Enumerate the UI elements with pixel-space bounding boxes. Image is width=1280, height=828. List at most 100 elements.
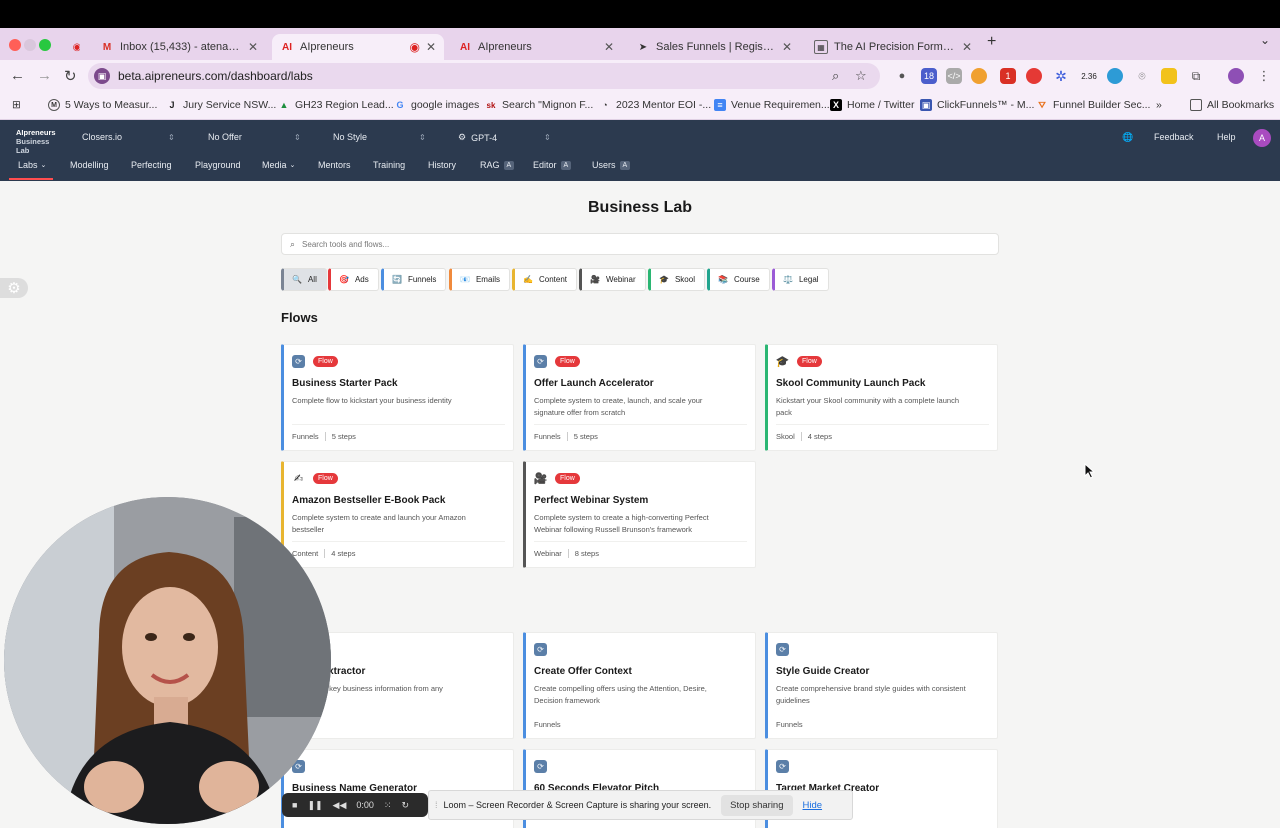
extensions-puzzle-icon[interactable]: ⧉ bbox=[1188, 68, 1204, 84]
menu-editor[interactable]: Editor A bbox=[533, 160, 572, 170]
tab-gmail[interactable]: M Inbox (15,433) - atena@aten ✕ bbox=[92, 34, 266, 60]
filter-course[interactable]: 📚 Course bbox=[707, 268, 770, 291]
filter-webinar[interactable]: 🎥 Webinar bbox=[579, 268, 646, 291]
menu-training[interactable]: Training bbox=[373, 160, 405, 170]
mouse-cursor-icon bbox=[1084, 463, 1096, 479]
bookmark-item[interactable]: ▲ GH23 Region Lead... bbox=[278, 99, 394, 111]
bookmark-item[interactable]: ◔ 2023 Mentor EOI -... bbox=[599, 99, 711, 111]
extension-chrome-icon[interactable] bbox=[1107, 68, 1123, 84]
pause-icon[interactable]: ❚❚ bbox=[307, 800, 322, 811]
flow-card[interactable]: 🎥 Flow Perfect Webinar System Complete s… bbox=[523, 461, 756, 568]
all-bookmarks[interactable]: All Bookmarks bbox=[1190, 99, 1274, 111]
apps-grid-icon[interactable]: ⊞ bbox=[12, 99, 21, 111]
hide-button[interactable]: Hide bbox=[803, 800, 823, 811]
settings-gear-icon[interactable]: ⚙ bbox=[0, 278, 28, 298]
extension-circle-icon[interactable] bbox=[971, 68, 987, 84]
close-tab-icon[interactable]: ✕ bbox=[962, 40, 972, 54]
extension-calendar-icon[interactable]: 1 bbox=[1000, 68, 1016, 84]
filter-emails[interactable]: 📧 Emails bbox=[449, 268, 510, 291]
reload-icon[interactable]: ↻ bbox=[64, 67, 77, 85]
minimize-window-button[interactable] bbox=[24, 39, 36, 51]
restart-icon[interactable]: ↻ bbox=[401, 800, 409, 811]
flow-badge: Flow bbox=[555, 356, 580, 367]
filter-funnels[interactable]: 🔄 Funnels bbox=[381, 268, 447, 291]
project-selector[interactable]: Closers.io ⇕ bbox=[82, 132, 176, 142]
bookmark-item[interactable]: M5 Ways to Measur... bbox=[48, 99, 157, 111]
stop-recording-icon[interactable]: ■ bbox=[292, 800, 297, 810]
extension-counter-icon[interactable]: 2.36 bbox=[1078, 68, 1100, 84]
extension-badge-icon[interactable]: 18 bbox=[921, 68, 937, 84]
close-tab-icon[interactable]: ✕ bbox=[248, 40, 258, 54]
extension-camera-icon[interactable]: ⌾ bbox=[1134, 68, 1150, 84]
menu-media[interactable]: Media ⌄ bbox=[262, 160, 295, 170]
search-input[interactable] bbox=[302, 239, 953, 249]
tab-aipreneurs-active[interactable]: AI AIpreneurs ◉ ✕ bbox=[272, 34, 444, 60]
recording-tab-icon[interactable]: ◉ bbox=[62, 34, 80, 60]
model-selector[interactable]: ⚙ GPT-4 ⇕ bbox=[458, 132, 552, 143]
omnibox[interactable]: ▣ beta.aipreneurs.com/dashboard/labs ⌕ ☆ bbox=[88, 63, 880, 89]
extension-icon[interactable]: ● bbox=[894, 68, 910, 84]
menu-users[interactable]: Users A bbox=[592, 160, 631, 170]
flow-card[interactable]: 🎓 Flow Skool Community Launch Pack Kicks… bbox=[765, 344, 998, 451]
tool-card[interactable]: ⟳ Style Guide Creator Create comprehensi… bbox=[765, 632, 998, 739]
globe-icon[interactable]: 🌐 bbox=[1122, 132, 1133, 143]
menu-labs[interactable]: Labs ⌄ bbox=[18, 160, 46, 170]
tool-card[interactable]: ⟳ Create Offer Context Create compelling… bbox=[523, 632, 756, 739]
extension-star-icon[interactable]: ✲ bbox=[1053, 68, 1069, 84]
flow-card[interactable]: ⟳ Flow Business Starter Pack Complete fl… bbox=[281, 344, 514, 451]
bookmark-item[interactable]: X Home / Twitter bbox=[830, 99, 915, 111]
help-link[interactable]: Help bbox=[1217, 132, 1236, 142]
menu-history[interactable]: History bbox=[428, 160, 456, 170]
forward-icon[interactable]: → bbox=[37, 67, 52, 84]
bookmark-item[interactable]: ▣ ClickFunnels™ - M... bbox=[920, 99, 1034, 111]
filter-legal[interactable]: ⚖️ Legal bbox=[772, 268, 829, 291]
rewind-icon[interactable]: ◀◀ bbox=[333, 800, 347, 811]
grid-icon[interactable]: ⁙ bbox=[384, 800, 392, 811]
flow-card[interactable]: ✍ Flow Amazon Bestseller E-Book Pack Com… bbox=[281, 461, 514, 568]
back-icon[interactable]: ← bbox=[10, 67, 25, 84]
app-logo[interactable]: AIpreneurs Business Lab bbox=[16, 128, 64, 155]
close-tab-icon[interactable]: ✕ bbox=[426, 40, 436, 54]
flow-card[interactable]: ⟳ Flow Offer Launch Accelerator Complete… bbox=[523, 344, 756, 451]
filter-all[interactable]: 🔍 All bbox=[281, 268, 327, 291]
offer-selector[interactable]: No Offer ⇕ bbox=[208, 132, 302, 142]
extension-red-icon[interactable] bbox=[1026, 68, 1042, 84]
tab-sales-funnels[interactable]: ➤ Sales Funnels | Register For T ✕ bbox=[628, 34, 800, 60]
webcam-overlay[interactable] bbox=[4, 497, 331, 824]
filter-content[interactable]: ✍️ Content bbox=[512, 268, 577, 291]
profile-icon[interactable] bbox=[1228, 68, 1244, 84]
tab-aipreneurs[interactable]: AI AIpreneurs ✕ bbox=[450, 34, 622, 60]
drag-handle-icon[interactable]: ⁞ bbox=[435, 800, 438, 810]
menu-mentors[interactable]: Mentors bbox=[318, 160, 351, 170]
extension-yellow-icon[interactable] bbox=[1161, 68, 1177, 84]
menu-playground[interactable]: Playground bbox=[195, 160, 241, 170]
filter-ads[interactable]: 🎯 Ads bbox=[328, 268, 379, 291]
bookmark-item[interactable]: J Jury Service NSW... bbox=[166, 99, 276, 111]
menu-modelling[interactable]: Modelling bbox=[70, 160, 109, 170]
extension-code-icon[interactable]: </> bbox=[946, 68, 962, 84]
video-camera-icon: 🎥 bbox=[590, 275, 600, 284]
bookmark-item[interactable]: Ggoogle images bbox=[394, 99, 479, 111]
menu-rag[interactable]: RAG A bbox=[480, 160, 515, 170]
tab-search-icon[interactable]: ⌄ bbox=[1260, 33, 1270, 47]
filter-skool[interactable]: 🎓 Skool bbox=[648, 268, 705, 291]
zoom-icon[interactable]: ⌕ bbox=[832, 68, 839, 84]
menu-perfecting[interactable]: Perfecting bbox=[131, 160, 172, 170]
bookmark-star-icon[interactable]: ☆ bbox=[855, 68, 867, 84]
bookmark-item[interactable]: sk Search "Mignon F... bbox=[485, 99, 594, 111]
stop-sharing-button[interactable]: Stop sharing bbox=[721, 794, 793, 816]
close-tab-icon[interactable]: ✕ bbox=[604, 40, 614, 54]
tab-ai-precision[interactable]: ▦ The AI Precision Formula - Fr ✕ bbox=[806, 34, 980, 60]
site-info-icon[interactable]: ▣ bbox=[94, 68, 110, 84]
avatar[interactable]: A bbox=[1253, 129, 1271, 147]
more-bookmarks-icon[interactable]: » bbox=[1156, 99, 1162, 111]
bookmark-item[interactable]: ≡ Venue Requiremen... bbox=[714, 99, 830, 111]
feedback-link[interactable]: Feedback bbox=[1154, 132, 1194, 142]
chrome-menu-icon[interactable]: ⋮ bbox=[1256, 68, 1272, 84]
close-window-button[interactable] bbox=[9, 39, 21, 51]
style-selector[interactable]: No Style ⇕ bbox=[333, 132, 427, 142]
close-tab-icon[interactable]: ✕ bbox=[782, 40, 792, 54]
new-tab-button[interactable]: + bbox=[987, 33, 996, 51]
bookmark-item[interactable]: ⛛ Funnel Builder Sec... bbox=[1036, 99, 1150, 111]
maximize-window-button[interactable] bbox=[39, 39, 51, 51]
